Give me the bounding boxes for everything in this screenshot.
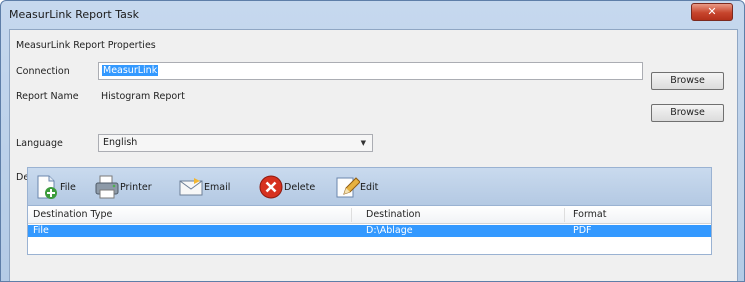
properties-group-label: MeasurLink Report Properties bbox=[16, 40, 156, 51]
edit-tool-label: Edit bbox=[360, 181, 379, 193]
edit-tool-button[interactable]: Edit bbox=[334, 173, 378, 201]
report-task-window: MeasurLink Report Task ✕ MeasurLink Repo… bbox=[0, 0, 745, 282]
language-value: English bbox=[103, 137, 138, 148]
report-name-value: Histogram Report bbox=[101, 91, 185, 102]
column-divider[interactable] bbox=[564, 208, 565, 222]
edit-pencil-icon bbox=[334, 174, 361, 200]
cell-destination-type: File bbox=[33, 225, 49, 236]
file-tool-button[interactable]: File bbox=[34, 173, 76, 201]
grid-header: Destination Type Destination Format bbox=[28, 206, 711, 224]
column-header-format[interactable]: Format bbox=[573, 209, 606, 220]
close-button[interactable]: ✕ bbox=[691, 3, 733, 21]
dropdown-arrow-icon: ▼ bbox=[360, 139, 366, 147]
title-bar[interactable]: MeasurLink Report Task ✕ bbox=[1, 1, 744, 27]
email-icon bbox=[178, 174, 203, 200]
report-browse-button[interactable]: Browse bbox=[651, 104, 724, 122]
destinations-grid[interactable]: Destination Type Destination Format File… bbox=[27, 205, 712, 255]
cell-destination: D:\Ablage bbox=[366, 225, 413, 236]
connection-browse-button[interactable]: Browse bbox=[651, 72, 724, 90]
file-tool-label: File bbox=[60, 181, 76, 193]
report-name-label: Report Name bbox=[16, 91, 79, 102]
table-row[interactable]: File D:\Ablage PDF bbox=[28, 225, 711, 237]
file-add-icon bbox=[34, 174, 58, 200]
column-header-destination[interactable]: Destination bbox=[366, 209, 421, 220]
language-select[interactable]: English ▼ bbox=[98, 134, 373, 152]
delete-tool-button[interactable]: Delete bbox=[258, 173, 315, 201]
language-label: Language bbox=[16, 138, 63, 149]
destinations-toolbar: File Printer Email Delete Edit bbox=[27, 167, 712, 205]
email-tool-label: Email bbox=[204, 181, 231, 193]
printer-tool-button[interactable]: Printer bbox=[94, 173, 152, 201]
email-tool-button[interactable]: Email bbox=[178, 173, 230, 201]
column-divider[interactable] bbox=[351, 208, 352, 222]
delete-x-icon bbox=[258, 174, 283, 200]
printer-tool-label: Printer bbox=[120, 181, 152, 193]
connection-field[interactable]: MeasurLink bbox=[98, 62, 643, 80]
connection-label: Connection bbox=[16, 66, 70, 77]
printer-icon bbox=[94, 174, 119, 200]
cell-format: PDF bbox=[573, 225, 592, 236]
column-header-destination-type[interactable]: Destination Type bbox=[33, 209, 112, 220]
window-title: MeasurLink Report Task bbox=[9, 8, 139, 21]
connection-value: MeasurLink bbox=[102, 65, 159, 76]
delete-tool-label: Delete bbox=[284, 181, 316, 193]
